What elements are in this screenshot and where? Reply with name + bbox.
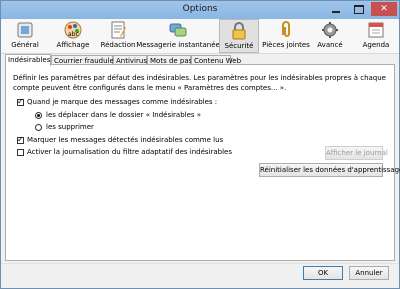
show-log-button[interactable]: Afficher le journal: [325, 146, 388, 160]
maximize-icon: [354, 4, 364, 14]
toolbar-item-attachments[interactable]: Pièces jointes: [262, 19, 310, 53]
move-to-junk-label: les déplacer dans le dossier « Indésirab…: [46, 111, 202, 119]
lock-icon: [232, 22, 246, 40]
toolbar-item-display[interactable]: abc Affichage: [53, 19, 93, 53]
paperclip-icon: [282, 21, 290, 37]
toolbar-item-label: Avancé: [317, 41, 343, 49]
close-button[interactable]: ✕: [371, 2, 397, 16]
mark-read-checkbox[interactable]: Marquer les messages détectés indésirabl…: [17, 135, 224, 144]
minimize-icon: [332, 11, 340, 13]
toolbar-item-general[interactable]: Général: [5, 19, 45, 53]
enable-log-label: Activer la journalisation du filtre adap…: [27, 148, 233, 156]
radio-circle[interactable]: [35, 111, 42, 119]
calendar-icon: [368, 22, 384, 38]
gear-icon: [322, 22, 338, 38]
toolbar-item-calendar[interactable]: Agenda: [359, 19, 393, 53]
toolbar-item-label: Général: [11, 41, 39, 49]
chat-bubbles-icon: [169, 23, 187, 37]
tab-junk[interactable]: Indésirables: [5, 54, 51, 66]
maximize-button[interactable]: [348, 2, 370, 16]
toolbar-item-label: Rédaction: [100, 41, 136, 49]
delete-label: les supprimer: [46, 123, 94, 131]
general-switch-icon: [17, 22, 33, 38]
when-marked-label: Quand je marque des messages comme indés…: [27, 98, 218, 106]
display-palette-icon: abc: [64, 21, 82, 39]
toolbar-item-label: Affichage: [56, 41, 90, 49]
radio-circle[interactable]: [35, 123, 42, 131]
minimize-button[interactable]: [325, 2, 347, 16]
toolbar-item-security[interactable]: Sécurité: [219, 19, 259, 53]
enable-log-checkbox[interactable]: Activer la journalisation du filtre adap…: [17, 148, 232, 156]
move-to-junk-radio[interactable]: les déplacer dans le dossier « Indésirab…: [35, 111, 201, 119]
checkbox-box[interactable]: [17, 135, 24, 144]
options-toolbar: Général abc Affichage Rédaction Messager…: [1, 19, 399, 54]
cancel-button[interactable]: Annuler: [349, 266, 389, 280]
options-window: Options ✕ Général abc Affichage Rédactio…: [0, 0, 400, 289]
toolbar-item-label: Pièces jointes: [262, 41, 310, 49]
close-icon: ✕: [380, 3, 388, 14]
checkbox-box[interactable]: [17, 97, 24, 106]
checkbox-box[interactable]: [17, 148, 24, 156]
toolbar-item-composition[interactable]: Rédaction: [99, 19, 137, 53]
junk-description: Définir les paramètres par défaut des in…: [13, 74, 386, 92]
title-bar[interactable]: Options ✕: [1, 1, 399, 19]
toolbar-item-label: Messagerie instantanée: [136, 41, 220, 49]
delete-radio[interactable]: les supprimer: [35, 123, 94, 131]
when-marked-checkbox[interactable]: Quand je marque des messages comme indés…: [17, 97, 218, 106]
toolbar-item-advanced[interactable]: Avancé: [315, 19, 345, 53]
toolbar-item-label: Sécurité: [224, 42, 254, 50]
composition-icon: [111, 21, 126, 39]
ok-button[interactable]: OK: [303, 266, 343, 280]
mark-read-label: Marquer les messages détectés indésirabl…: [27, 136, 224, 144]
svg-text:abc: abc: [68, 31, 79, 38]
toolbar-item-chat[interactable]: Messagerie instantanée: [136, 19, 220, 53]
footer-divider: [1, 263, 399, 264]
toolbar-item-label: Agenda: [362, 41, 390, 49]
reset-training-button[interactable]: Réinitialiser les données d'apprentissag…: [259, 163, 400, 177]
